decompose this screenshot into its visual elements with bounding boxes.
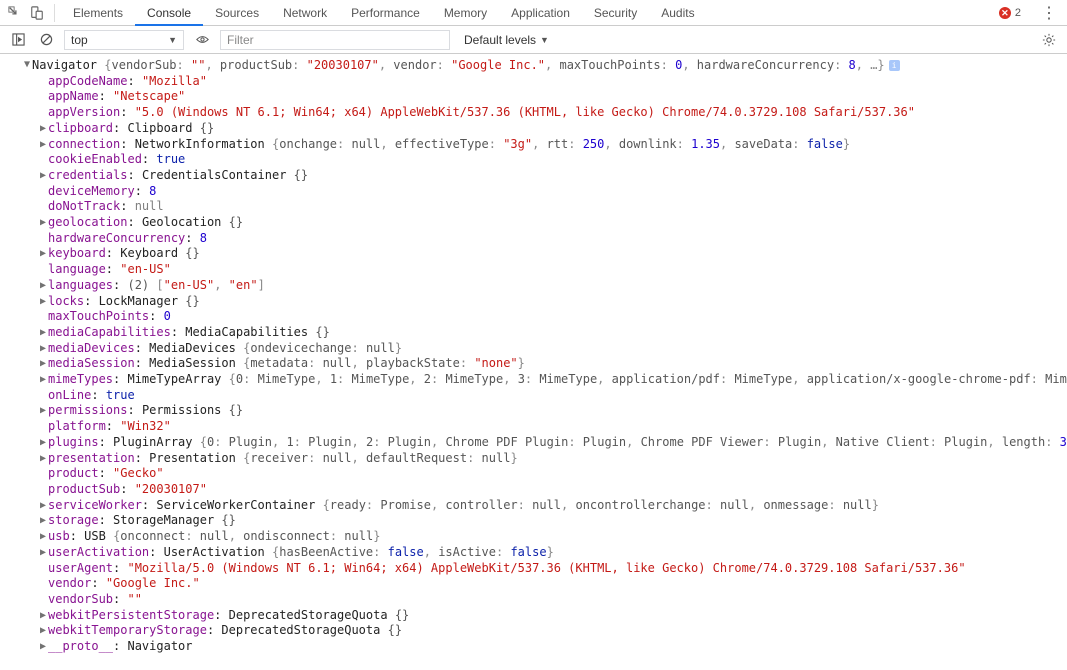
device-icon[interactable] [26, 0, 48, 26]
prop-row[interactable]: appName: "Netscape" [0, 89, 1067, 105]
prop-row[interactable]: ▶clipboard: Clipboard {} [0, 121, 1067, 137]
error-count[interactable]: ✕2 [999, 7, 1031, 19]
prop-row[interactable]: ▶languages: (2) ["en-US", "en"] [0, 278, 1067, 294]
disclosure-icon[interactable]: ▶ [40, 344, 48, 352]
disclosure-icon[interactable]: ▶ [40, 171, 48, 179]
console-output[interactable]: ▼Navigator {vendorSub: "", productSub: "… [0, 54, 1067, 670]
object-row[interactable]: ▼Navigator {vendorSub: "", productSub: "… [0, 58, 1067, 74]
toggle-sidebar-icon[interactable] [8, 30, 28, 50]
info-icon[interactable]: i [889, 60, 900, 71]
disclosure-icon[interactable]: ▶ [40, 611, 48, 619]
prop-row[interactable]: ▶webkitTemporaryStorage: DeprecatedStora… [0, 623, 1067, 639]
prop-row[interactable]: appVersion: "5.0 (Windows NT 6.1; Win64;… [0, 105, 1067, 121]
context-selector[interactable]: top ▼ [64, 30, 184, 50]
disclosure-icon[interactable]: ▶ [40, 375, 48, 383]
error-count-value: 2 [1015, 7, 1021, 19]
prop-row[interactable]: userAgent: "Mozilla/5.0 (Windows NT 6.1;… [0, 561, 1067, 577]
disclosure-icon[interactable]: ▶ [40, 548, 48, 556]
prop-row[interactable]: doNotTrack: null [0, 199, 1067, 215]
prop-row[interactable]: appCodeName: "Mozilla" [0, 74, 1067, 90]
tab-console[interactable]: Console [135, 0, 203, 26]
disclosure-icon[interactable]: ▶ [40, 454, 48, 462]
disclosure-icon[interactable]: ▶ [40, 406, 48, 414]
disclosure-icon[interactable]: ▶ [40, 249, 48, 257]
disclosure-icon[interactable]: ▶ [40, 124, 48, 132]
disclosure-icon[interactable]: ▶ [40, 438, 48, 446]
chevron-down-icon: ▼ [540, 35, 549, 45]
disclosure-icon[interactable]: ▶ [40, 642, 48, 650]
prop-row[interactable]: vendor: "Google Inc." [0, 576, 1067, 592]
clear-console-icon[interactable] [36, 30, 56, 50]
prop-row[interactable]: deviceMemory: 8 [0, 184, 1067, 200]
devtools-tabbar: Elements Console Sources Network Perform… [0, 0, 1067, 26]
prop-row[interactable]: vendorSub: "" [0, 592, 1067, 608]
tab-application[interactable]: Application [499, 0, 582, 26]
prop-row[interactable]: ▶webkitPersistentStorage: DeprecatedStor… [0, 608, 1067, 624]
gear-icon[interactable] [1039, 30, 1059, 50]
prop-row[interactable]: ▶mediaDevices: MediaDevices {ondevicecha… [0, 341, 1067, 357]
prop-row[interactable]: ▶storage: StorageManager {} [0, 513, 1067, 529]
prop-row[interactable]: ▶connection: NetworkInformation {onchang… [0, 137, 1067, 153]
prop-row[interactable]: cookieEnabled: true [0, 152, 1067, 168]
prop-row[interactable]: ▶usb: USB {onconnect: null, ondisconnect… [0, 529, 1067, 545]
context-value: top [71, 33, 88, 47]
disclosure-icon[interactable]: ▶ [40, 140, 48, 148]
chevron-down-icon: ▼ [168, 35, 177, 45]
disclosure-icon[interactable]: ▶ [40, 516, 48, 524]
filter-input[interactable] [220, 30, 450, 50]
prop-row[interactable]: hardwareConcurrency: 8 [0, 231, 1067, 247]
prop-row[interactable]: product: "Gecko" [0, 466, 1067, 482]
prop-row[interactable]: maxTouchPoints: 0 [0, 309, 1067, 325]
prop-row[interactable]: ▶serviceWorker: ServiceWorkerContainer {… [0, 498, 1067, 514]
inspect-icon[interactable] [4, 0, 26, 26]
prop-row[interactable]: ▶mimeTypes: MimeTypeArray {0: MimeType, … [0, 372, 1067, 388]
tab-security[interactable]: Security [582, 0, 649, 26]
prop-row[interactable]: language: "en-US" [0, 262, 1067, 278]
disclosure-icon[interactable]: ▶ [40, 501, 48, 509]
prop-row[interactable]: ▶geolocation: Geolocation {} [0, 215, 1067, 231]
prop-row[interactable]: onLine: true [0, 388, 1067, 404]
prop-row[interactable]: productSub: "20030107" [0, 482, 1067, 498]
disclosure-icon[interactable]: ▶ [40, 297, 48, 305]
tab-network[interactable]: Network [271, 0, 339, 26]
disclosure-icon[interactable]: ▶ [40, 626, 48, 634]
disclosure-icon[interactable]: ▶ [40, 281, 48, 289]
kebab-menu-icon[interactable]: ⋮ [1031, 3, 1067, 23]
prop-row[interactable]: ▶locks: LockManager {} [0, 294, 1067, 310]
log-level-value: Default levels [464, 33, 536, 47]
console-toolbar: top ▼ Default levels ▼ [0, 26, 1067, 54]
prop-row[interactable]: ▶keyboard: Keyboard {} [0, 246, 1067, 262]
tab-performance[interactable]: Performance [339, 0, 432, 26]
disclosure-icon[interactable]: ▶ [40, 359, 48, 367]
divider [54, 4, 55, 22]
prop-row[interactable]: ▶userActivation: UserActivation {hasBeen… [0, 545, 1067, 561]
disclosure-icon[interactable]: ▶ [40, 532, 48, 540]
prop-row[interactable]: platform: "Win32" [0, 419, 1067, 435]
log-level-selector[interactable]: Default levels ▼ [458, 30, 555, 50]
disclosure-icon[interactable]: ▼ [24, 60, 32, 68]
prop-row[interactable]: ▶mediaSession: MediaSession {metadata: n… [0, 356, 1067, 372]
tab-memory[interactable]: Memory [432, 0, 499, 26]
prop-row[interactable]: ▶__proto__: Navigator [0, 639, 1067, 655]
disclosure-icon[interactable]: ▶ [40, 328, 48, 336]
prop-row[interactable]: ▶presentation: Presentation {receiver: n… [0, 451, 1067, 467]
eye-icon[interactable] [192, 30, 212, 50]
disclosure-icon[interactable]: ▶ [40, 218, 48, 226]
tab-sources[interactable]: Sources [203, 0, 271, 26]
prop-row[interactable]: ▶mediaCapabilities: MediaCapabilities {} [0, 325, 1067, 341]
prop-row[interactable]: ▶credentials: CredentialsContainer {} [0, 168, 1067, 184]
tab-elements[interactable]: Elements [61, 0, 135, 26]
prop-row[interactable]: ▶plugins: PluginArray {0: Plugin, 1: Plu… [0, 435, 1067, 451]
prop-row[interactable]: ▶permissions: Permissions {} [0, 403, 1067, 419]
tab-audits[interactable]: Audits [649, 0, 706, 26]
